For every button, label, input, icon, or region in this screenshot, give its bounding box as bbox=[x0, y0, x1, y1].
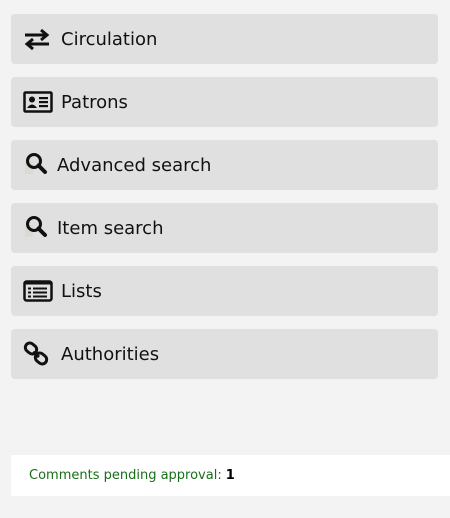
main-menu: Circulation Patrons Advanced search Item… bbox=[11, 14, 438, 392]
menu-item-label: Lists bbox=[61, 280, 102, 302]
menu-item-item-search[interactable]: Item search bbox=[11, 203, 438, 253]
menu-item-label: Circulation bbox=[61, 28, 158, 50]
menu-item-label: Advanced search bbox=[57, 154, 212, 176]
menu-item-label: Patrons bbox=[61, 91, 128, 113]
menu-item-advanced-search[interactable]: Advanced search bbox=[11, 140, 438, 190]
comments-pending-notice: Comments pending approval: 1 bbox=[11, 455, 450, 496]
transfer-arrows-icon bbox=[23, 26, 53, 52]
search-icon bbox=[23, 215, 49, 241]
search-icon bbox=[23, 152, 49, 178]
menu-item-patrons[interactable]: Patrons bbox=[11, 77, 438, 127]
link-icon bbox=[23, 341, 53, 367]
comments-pending-label: Comments pending approval: bbox=[29, 468, 222, 483]
menu-item-label: Authorities bbox=[61, 343, 160, 365]
list-icon bbox=[23, 278, 53, 304]
menu-item-circulation[interactable]: Circulation bbox=[11, 14, 438, 64]
menu-item-label: Item search bbox=[57, 217, 164, 239]
comments-pending-count[interactable]: 1 bbox=[226, 468, 235, 483]
id-card-icon bbox=[23, 89, 53, 115]
menu-item-authorities[interactable]: Authorities bbox=[11, 329, 438, 379]
menu-item-lists[interactable]: Lists bbox=[11, 266, 438, 316]
